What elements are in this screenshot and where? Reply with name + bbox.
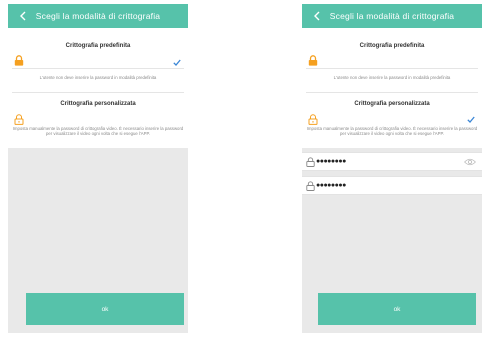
lock-outline-icon (306, 157, 315, 167)
option-title: Crittografia personalizzata (60, 101, 136, 107)
ok-button[interactable]: ok (26, 293, 184, 325)
header-bar: Scegli la modalità di crittografia (302, 4, 482, 28)
option-description: Imposta manualmente la password di critt… (306, 126, 478, 136)
screen-default-encryption: Scegli la modalità di crittografia Critt… (8, 4, 188, 333)
password-value: ●●●●●●●● (316, 182, 346, 189)
option-default-encryption[interactable]: Crittografia predefinita L'utente non de… (302, 38, 482, 90)
divider (12, 68, 184, 69)
option-title: Crittografia predefinita (359, 43, 425, 49)
checkmark-icon (467, 116, 475, 123)
option-description: L'utente non deve inserire la password i… (39, 75, 157, 80)
option-description: L'utente non deve inserire la password i… (333, 75, 451, 80)
lock-outline-icon (306, 181, 315, 191)
page-title: Scegli la modalità di crittografia (329, 11, 455, 21)
option-default-encryption[interactable]: Crittografia predefinita L'utente non de… (8, 38, 188, 90)
divider (12, 92, 184, 93)
option-title: Crittografia personalizzata (354, 101, 430, 107)
option-custom-encryption[interactable]: Crittografia personalizzata Imposta manu… (8, 92, 188, 148)
lock-icon (308, 55, 318, 66)
checkmark-icon (173, 59, 181, 66)
page-title: Scegli la modalità di crittografia (35, 11, 161, 21)
password-value: ●●●●●●●● (316, 158, 346, 165)
option-title: Crittografia predefinita (65, 43, 131, 49)
divider (306, 92, 478, 93)
screen-custom-encryption: Scegli la modalità di crittografia Critt… (302, 4, 482, 333)
ok-button[interactable]: ok (318, 293, 476, 325)
password-field[interactable]: ●●●●●●●● (302, 152, 482, 171)
lock-icon (14, 55, 24, 66)
chevron-left-icon[interactable] (17, 10, 29, 22)
eye-icon[interactable] (464, 158, 476, 166)
divider (306, 68, 478, 69)
chevron-left-icon[interactable] (311, 10, 323, 22)
lock-outline-icon (14, 114, 24, 125)
header-bar: Scegli la modalità di crittografia (8, 4, 188, 28)
lock-outline-icon (308, 114, 318, 125)
option-custom-encryption[interactable]: Crittografia personalizzata Imposta manu… (302, 92, 482, 148)
confirm-password-field[interactable]: ●●●●●●●● (302, 176, 482, 195)
option-description: Imposta manualmente la password di critt… (12, 126, 184, 136)
